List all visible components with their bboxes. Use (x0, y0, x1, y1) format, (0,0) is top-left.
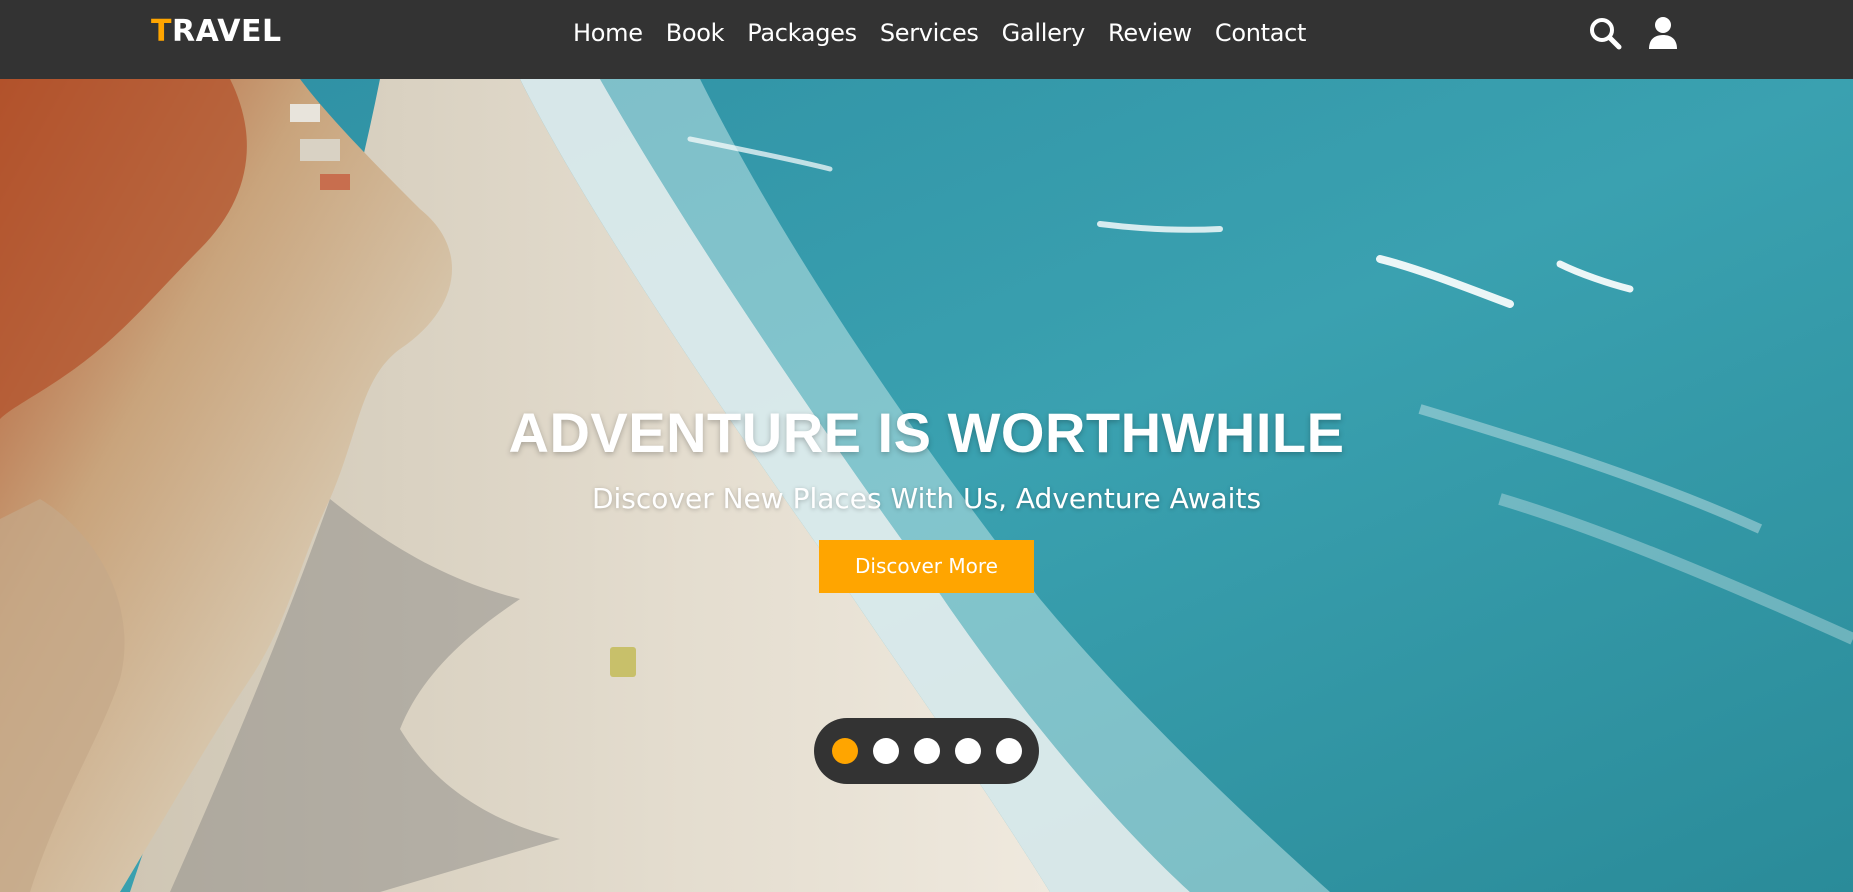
slider-dot-2[interactable] (872, 738, 899, 764)
user-icon[interactable] (1645, 15, 1681, 51)
hero-section: ADVENTURE IS WORTHWHILE Discover New Pla… (0, 79, 1853, 892)
nav-gallery[interactable]: Gallery (1002, 17, 1086, 49)
site-header: TRAVEL Home Book Packages Services Galle… (0, 0, 1853, 79)
nav-home[interactable]: Home (573, 17, 643, 49)
nav-packages[interactable]: Packages (747, 17, 857, 49)
slider-dot-5[interactable] (995, 738, 1022, 764)
hero-title: ADVENTURE IS WORTHWHILE (508, 401, 1345, 464)
nav-book[interactable]: Book (666, 17, 725, 49)
hero-subtitle: Discover New Places With Us, Adventure A… (591, 482, 1262, 515)
logo[interactable]: TRAVEL (151, 14, 282, 50)
nav-services[interactable]: Services (880, 17, 979, 49)
slider-dots (814, 718, 1039, 784)
nav-review[interactable]: Review (1108, 17, 1192, 49)
search-icon[interactable] (1587, 15, 1623, 51)
discover-more-button[interactable]: Discover More (819, 540, 1034, 593)
logo-first-letter: T (151, 14, 172, 49)
slider-dot-1[interactable] (831, 738, 858, 764)
logo-rest: RAVEL (171, 14, 282, 49)
slider-dot-3[interactable] (913, 738, 940, 764)
nav-contact[interactable]: Contact (1215, 17, 1307, 49)
main-nav: Home Book Packages Services Gallery Revi… (573, 17, 1329, 49)
slider-dot-4[interactable] (954, 738, 981, 764)
